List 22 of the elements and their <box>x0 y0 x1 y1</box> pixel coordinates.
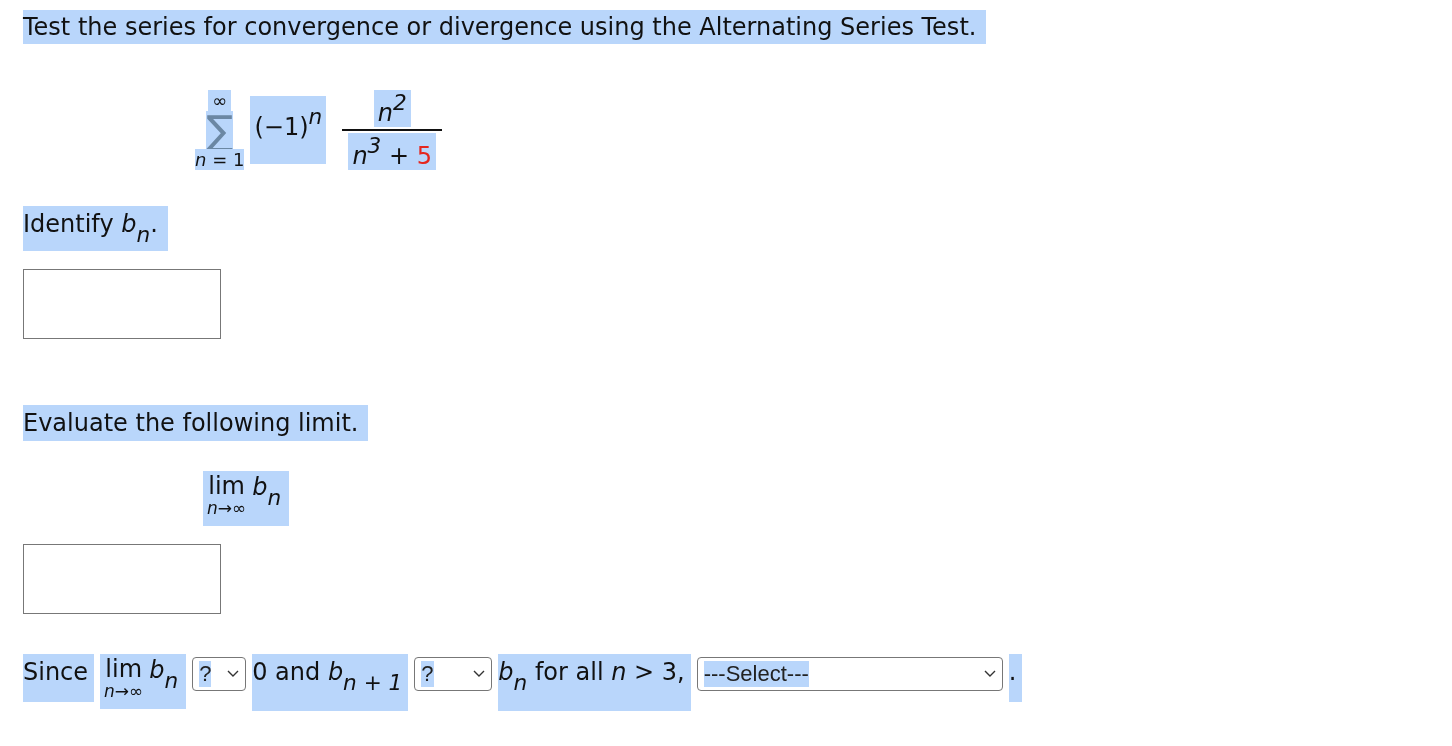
question-text: Test the series for convergence or divergence using the Alternating Series Test. <box>23 10 987 44</box>
sum-lower-index: n = 1 <box>195 149 245 170</box>
chevron-down-icon <box>983 669 996 678</box>
dropdown[interactable]: ? <box>192 656 247 691</box>
sentence-text: . <box>1008 653 1023 702</box>
limit-expression: lim n→∞ b$_{n}$ <box>203 470 290 526</box>
question-prompt: Evaluate the following limit. <box>23 404 369 441</box>
fraction-denominator: n$^{3}$ + 5 <box>348 133 436 170</box>
question-prompt: Identify b$_{n}$. <box>23 206 168 251</box>
sentence-text: Since <box>23 653 95 702</box>
answer-field[interactable] <box>23 268 221 339</box>
chevron-down-icon <box>473 669 486 678</box>
chevron-down-icon <box>227 669 240 678</box>
series-factor: (−1)$^{n}$ <box>250 95 327 165</box>
fraction-numerator: n$^{2}$ <box>373 90 411 127</box>
sum-upper-limit: ∞ <box>208 90 232 111</box>
limit-expression: lim n→∞ b$_{n}$ <box>100 653 187 709</box>
dropdown[interactable]: ? <box>414 656 493 691</box>
sentence-text: 0 and b$_{n + 1}$ <box>252 653 409 711</box>
dropdown[interactable]: ---Select--- <box>696 656 1003 691</box>
answer-field[interactable] <box>23 543 221 614</box>
sentence-text: b$_{n}$ for all n > 3, <box>498 653 691 711</box>
